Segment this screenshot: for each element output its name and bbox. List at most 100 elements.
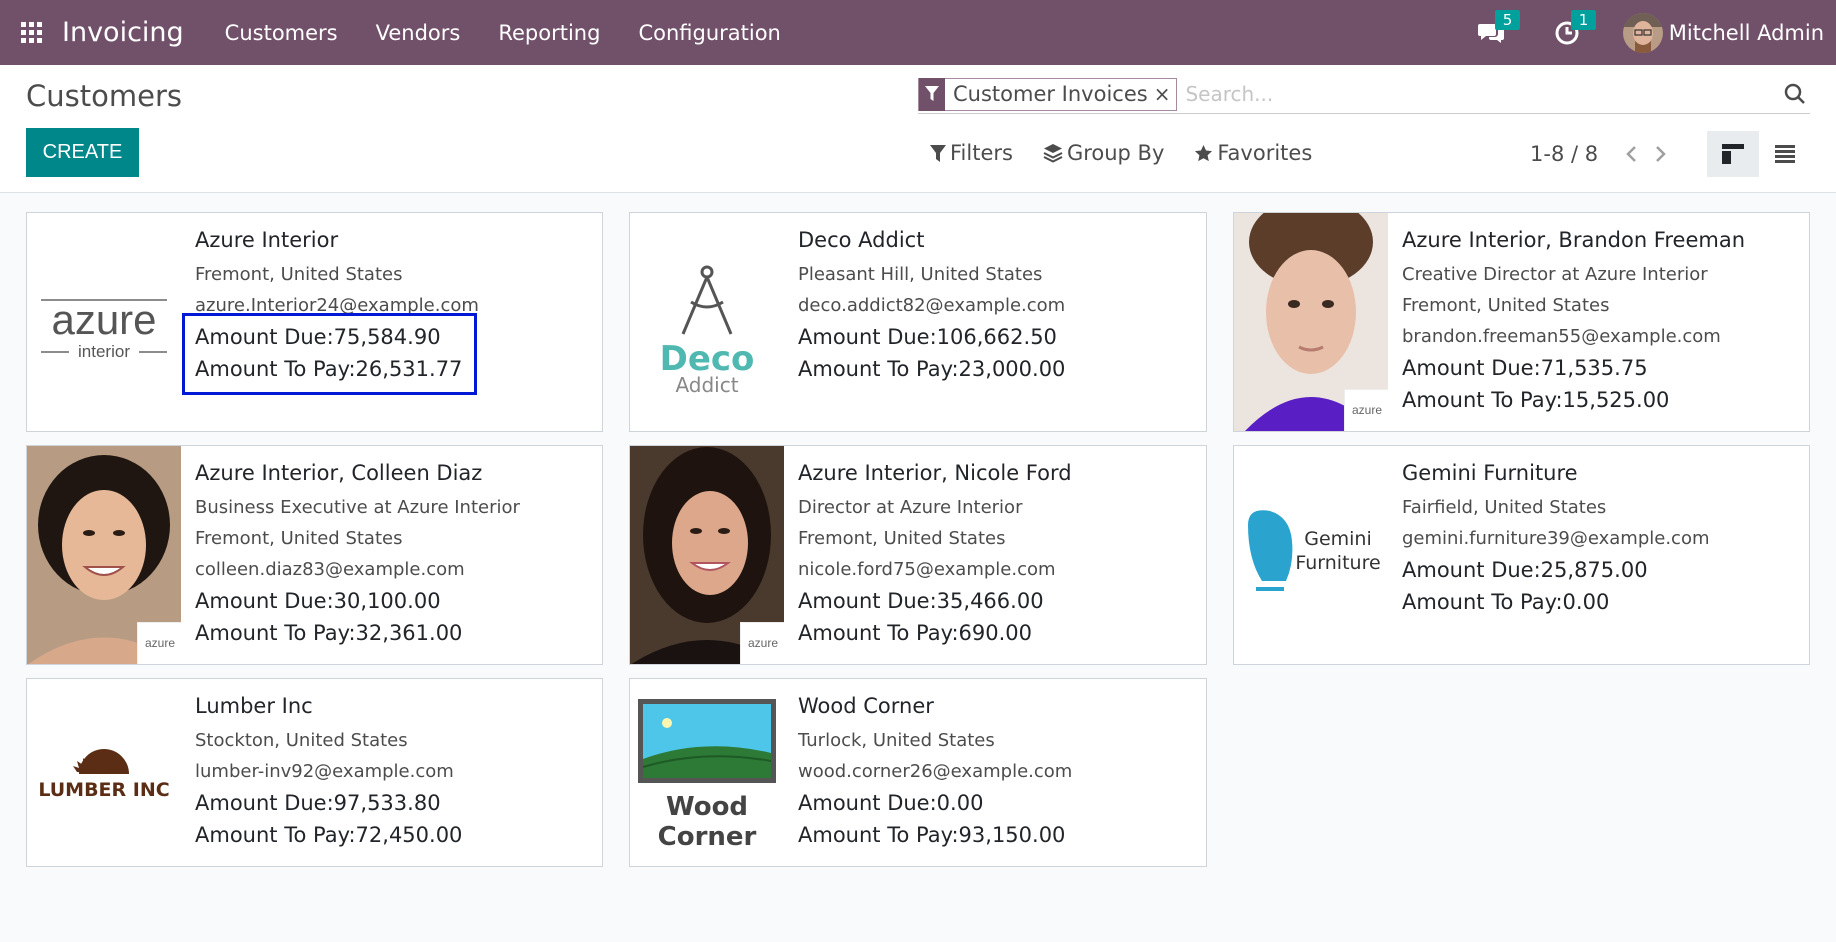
logo-subtext: Furniture — [1295, 552, 1380, 574]
pager-value[interactable]: 1-8 / 8 — [1530, 142, 1598, 166]
amount-to-pay: Amount To Pay:32,361.00 — [195, 621, 463, 645]
search-bar: Customer Invoices × — [918, 75, 1810, 114]
create-button[interactable]: CREATE — [26, 128, 139, 177]
card-body: Azure Interior, Brandon Freeman Creative… — [1402, 228, 1803, 416]
favorites-dropdown[interactable]: Favorites — [1194, 141, 1312, 165]
filters-dropdown[interactable]: Filters — [930, 141, 1013, 165]
customer-card[interactable]: Deco Addict Deco Addict Pleasant Hill, U… — [629, 212, 1207, 432]
contact-photo: azure — [1234, 213, 1388, 431]
menu-configuration[interactable]: Configuration — [619, 21, 799, 45]
customer-card[interactable]: LUMBER INC Lumber Inc Stockton, United S… — [26, 678, 603, 867]
customer-card[interactable]: azure Azure Interior, Brandon Freeman Cr… — [1233, 212, 1810, 432]
activities-button[interactable]: 1 — [1547, 9, 1597, 53]
logo-text: Wood — [666, 792, 748, 822]
amount-due: Amount Due:0.00 — [798, 791, 984, 815]
user-name: Mitchell Admin — [1668, 20, 1824, 45]
logo-text: Gemini — [1304, 528, 1372, 550]
search-options: Filters Group By Favorites — [930, 137, 1342, 169]
card-body: Gemini Furniture Fairfield, United State… — [1402, 461, 1803, 618]
card-body: Azure Interior Fremont, United States az… — [195, 228, 596, 385]
customer-name: Azure Interior, Colleen Diaz — [195, 461, 483, 485]
user-menu[interactable]: Mitchell Admin — [1622, 12, 1824, 53]
kanban-icon — [1722, 144, 1744, 164]
card-body: Azure Interior, Nicole Ford Director at … — [798, 461, 1200, 649]
search-facet: Customer Invoices × — [918, 77, 1178, 111]
customer-email: lumber-inv92@example.com — [195, 761, 454, 782]
customer-name: Wood Corner — [798, 694, 934, 718]
customer-card[interactable]: azure interior Azure Interior Fremont, U… — [26, 212, 603, 432]
search-icon[interactable] — [1780, 83, 1810, 105]
customer-location: Stockton, United States — [195, 730, 408, 751]
menu-vendors[interactable]: Vendors — [357, 21, 480, 45]
layers-icon — [1043, 144, 1063, 163]
svg-text:azure: azure — [144, 636, 174, 650]
customer-name: Deco Addict — [798, 228, 925, 252]
pager: 1-8 / 8 — [1530, 139, 1676, 169]
contact-photo: azure — [27, 446, 181, 664]
list-view-button[interactable] — [1759, 131, 1811, 177]
customer-location: Pleasant Hill, United States — [798, 264, 1043, 285]
amount-due: Amount Due:35,466.00 — [798, 589, 1044, 613]
logo-text: LUMBER INC — [39, 779, 169, 801]
customer-name: Azure Interior, Nicole Ford — [798, 461, 1072, 485]
menu-reporting[interactable]: Reporting — [479, 21, 619, 45]
contact-function: Business Executive at Azure Interior — [195, 497, 520, 518]
company-mini-logo: azure — [1344, 389, 1388, 431]
customer-name: Lumber Inc — [195, 694, 313, 718]
customer-card[interactable]: Gemini Furniture Gemini Furniture Fairfi… — [1233, 445, 1810, 665]
contact-function: Director at Azure Interior — [798, 497, 1023, 518]
customer-name: Azure Interior, Brandon Freeman — [1402, 228, 1746, 252]
customer-location: Turlock, United States — [798, 730, 995, 751]
breadcrumb-title: Customers — [26, 79, 182, 113]
amount-due: Amount Due:106,662.50 — [798, 325, 1057, 349]
group-by-label: Group By — [1066, 141, 1165, 165]
amount-due: Amount Due:30,100.00 — [195, 589, 441, 613]
amount-due: Amount Due:71,535.75 — [1402, 356, 1648, 380]
lumber-inc-logo: LUMBER INC — [27, 679, 181, 866]
contact-function: Creative Director at Azure Interior — [1402, 264, 1708, 285]
customer-email: colleen.diaz83@example.com — [195, 559, 465, 580]
logo-text: azure — [51, 296, 156, 343]
customer-location: Fremont, United States — [195, 264, 403, 285]
avatar — [1622, 12, 1663, 53]
card-body: Wood Corner Turlock, United States wood.… — [798, 694, 1200, 851]
svg-text:azure: azure — [1351, 403, 1381, 417]
azure-interior-logo: azure interior — [27, 213, 181, 431]
customer-card[interactable]: azure Azure Interior, Colleen Diaz Busin… — [26, 445, 603, 665]
deco-addict-logo: Deco Addict — [630, 213, 784, 431]
kanban-view-button[interactable] — [1707, 131, 1759, 177]
card-body: Azure Interior, Colleen Diaz Business Ex… — [195, 461, 596, 649]
pager-next-button[interactable] — [1646, 139, 1676, 169]
customer-card[interactable]: azure Azure Interior, Nicole Ford Direct… — [629, 445, 1207, 665]
funnel-icon — [930, 144, 946, 162]
company-mini-logo: azure — [740, 622, 784, 664]
svg-text:azure: azure — [747, 636, 777, 650]
customer-email: azure.Interior24@example.com — [195, 295, 479, 316]
main-menu: Customers Vendors Reporting Configuratio… — [206, 21, 800, 45]
amount-to-pay: Amount To Pay:26,531.77 — [195, 357, 463, 381]
amount-due: Amount Due:25,875.00 — [1402, 558, 1648, 582]
logo-subtext: Addict — [675, 373, 738, 397]
facet-remove-icon[interactable]: × — [1154, 82, 1177, 106]
search-input[interactable] — [1185, 82, 1780, 106]
menu-customers[interactable]: Customers — [206, 21, 357, 45]
customer-email: wood.corner26@example.com — [798, 761, 1073, 782]
logo-subtext: interior — [78, 342, 130, 361]
messages-button[interactable]: 5 — [1471, 9, 1521, 53]
logo-subtext: Corner — [658, 822, 757, 852]
customer-email: gemini.furniture39@example.com — [1402, 528, 1710, 549]
app-name[interactable]: Invoicing — [62, 17, 184, 48]
apps-menu-button[interactable] — [0, 0, 62, 65]
chevron-right-icon — [1656, 146, 1666, 162]
control-panel: Customers CREATE Customer Invoices × Fil… — [0, 65, 1836, 193]
group-by-dropdown[interactable]: Group By — [1043, 141, 1164, 165]
top-navbar: Invoicing Customers Vendors Reporting Co… — [0, 0, 1836, 65]
filters-label: Filters — [950, 141, 1013, 165]
activities-count-badge: 1 — [1570, 9, 1597, 30]
company-mini-logo: azure — [137, 622, 181, 664]
customer-location: Fremont, United States — [195, 528, 403, 549]
pager-previous-button[interactable] — [1616, 139, 1646, 169]
customer-email: nicole.ford75@example.com — [798, 559, 1056, 580]
customer-card[interactable]: Wood Corner Wood Corner Turlock, United … — [629, 678, 1207, 867]
customer-location: Fremont, United States — [798, 528, 1006, 549]
